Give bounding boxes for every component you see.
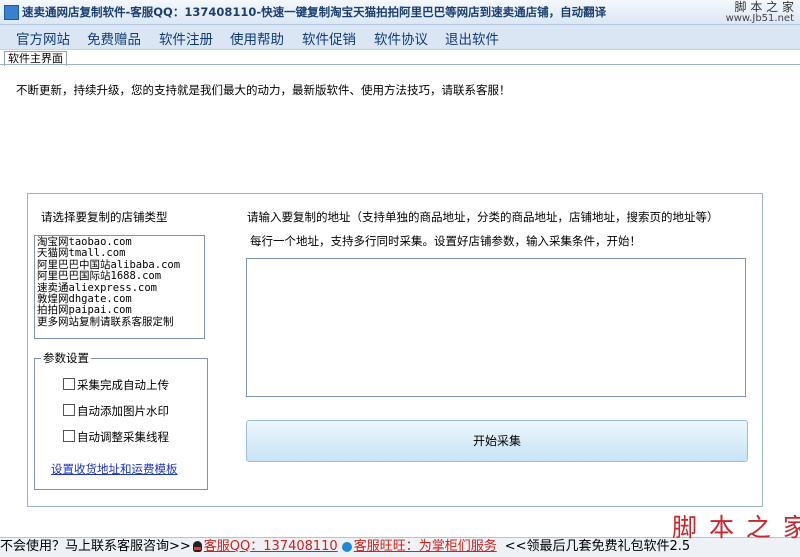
tab-divider <box>0 64 800 65</box>
qq-contact-link[interactable]: 客服QQ：137408110 <box>204 538 338 556</box>
url-label: 请输入要复制的地址（支持单独的商品地址，分类的商品地址，店铺地址，搜索页的地址等… <box>247 210 719 224</box>
wangwang-contact-link[interactable]: 客服旺旺：为掌柜们服务 <box>354 538 497 556</box>
checkbox-box[interactable] <box>63 430 75 442</box>
menu-item-register[interactable]: 软件注册 <box>159 28 213 48</box>
store-type-list[interactable]: 淘宝网taobao.com 天猫网tmall.com 阿里巴巴中国站alibab… <box>34 235 205 339</box>
watermark-top-line2: www.Jb51.net <box>725 13 794 24</box>
title-bar: 速卖通网店复制软件-客服QQ：137408110-快速一键复制淘宝天猫拍拍阿里巴… <box>0 0 800 25</box>
url-hint: 每行一个地址，支持多行同时采集。设置好店铺参数，输入采集条件，开始！ <box>250 234 641 248</box>
wangwang-icon <box>341 542 352 552</box>
params-group: 参数设置 采集完成自动上传 自动添加图片水印 自动调整采集线程 设置收货地址和运… <box>34 350 208 490</box>
tab-strip: 软件主界面 <box>0 50 800 66</box>
auto-upload-label: 采集完成自动上传 <box>77 378 169 392</box>
auto-threads-checkbox[interactable]: 自动调整采集线程 <box>63 429 169 445</box>
auto-watermark-label: 自动添加图片水印 <box>77 404 169 418</box>
status-prefix: 不会使用？马上联系客服咨询>> <box>0 539 191 554</box>
checkbox-box[interactable] <box>63 378 75 390</box>
watermark-top-line1: 脚 本 之 家 <box>734 0 794 14</box>
menu-item-promotion[interactable]: 软件促销 <box>302 28 356 48</box>
params-legend: 参数设置 <box>41 350 91 366</box>
menu-item-agreement[interactable]: 软件协议 <box>374 28 428 48</box>
auto-threads-label: 自动调整采集线程 <box>77 430 169 444</box>
url-input[interactable] <box>246 258 746 397</box>
menu-bar: 官方网站 免费赠品 软件注册 使用帮助 软件促销 软件协议 退出软件 <box>0 25 800 50</box>
app-icon <box>4 5 19 20</box>
qq-icon <box>192 541 202 552</box>
watermark-top: 脚 本 之 家 www.Jb51.net <box>725 0 794 24</box>
status-suffix: <<领最后几套免费礼包软件2.5 <box>504 539 691 554</box>
menu-item-free-gifts[interactable]: 免费赠品 <box>87 28 141 48</box>
window-title: 速卖通网店复制软件-客服QQ：137408110-快速一键复制淘宝天猫拍拍阿里巴… <box>22 5 607 19</box>
notice-text: 不断更新，持续升级，您的支持就是我们最大的动力，最新版软件、使用方法技巧，请联系… <box>16 83 511 97</box>
auto-upload-checkbox[interactable]: 采集完成自动上传 <box>63 377 169 393</box>
shipping-template-link[interactable]: 设置收货地址和运费模板 <box>51 461 178 477</box>
store-type-label: 请选择要复制的店铺类型 <box>41 210 168 224</box>
checkbox-box[interactable] <box>63 404 75 416</box>
menu-item-exit[interactable]: 退出软件 <box>445 28 499 48</box>
menu-item-official-site[interactable]: 官方网站 <box>16 28 70 48</box>
store-item-1688[interactable]: 阿里巴巴国际站1688.com <box>37 270 204 282</box>
menu-item-help[interactable]: 使用帮助 <box>230 28 284 48</box>
watermark-bottom: 脚 本 之 家 <box>672 513 800 542</box>
auto-watermark-checkbox[interactable]: 自动添加图片水印 <box>63 403 169 419</box>
store-item-custom[interactable]: 更多网站复制请联系客服定制 <box>37 316 204 328</box>
start-collect-button[interactable]: 开始采集 <box>246 420 748 462</box>
